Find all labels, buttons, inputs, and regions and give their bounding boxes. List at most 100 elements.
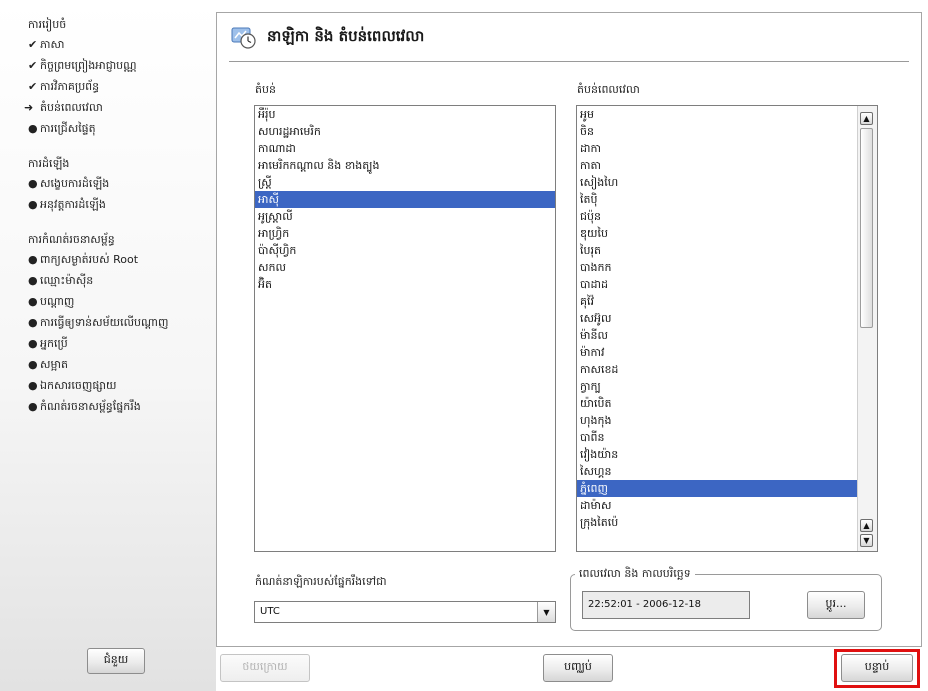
bullet-icon: ●	[28, 295, 38, 308]
bullet-icon: ●	[28, 358, 38, 371]
step-label: អនុវត្តការដំឡើង	[40, 198, 106, 211]
timezone-list[interactable]: អូម ចិន ដាកា កាតា សៀងហៃ តៃប៉ិ ជប៉ុន ឌុយបៃ បៃរុតប…	[576, 105, 878, 552]
step-item: ● អ្នកប្រើ	[28, 333, 168, 354]
arrow-right-icon: ➜	[24, 101, 34, 114]
timezone-list-item[interactable]: តៃប៉ិ	[577, 191, 858, 208]
timezone-list-item[interactable]: យ៉ាបេិត	[577, 395, 858, 412]
step-item: ● អនុវត្តការដំឡើង	[28, 194, 168, 215]
step-item: ● ការជ្រើសផ្ទៃតុ	[28, 118, 168, 139]
region-list-item[interactable]: អាស៊ី	[255, 191, 555, 208]
step-item: ● សម្អាត	[28, 354, 168, 375]
step-sidebar: ការរៀបចំ ✔ ភាសា ✔ កិច្ចព្រមព្រៀងអាជ្ញាបណ្ណ ✔ ក…	[0, 0, 216, 691]
step-label: ភាសា	[40, 38, 65, 51]
step-label: ការធ្វើឲ្យទាន់សម័យលើបណ្ដាញ	[40, 316, 169, 329]
step-item: ● ពាក្យសម្ងាត់របស់ Root	[28, 249, 168, 270]
step-label: បណ្ដាញ	[40, 295, 75, 308]
step-item: ➜ តំបន់ពេលវេលា	[24, 97, 168, 118]
step-label: សង្ខេបការដំឡើង	[40, 177, 110, 190]
step-label: ការវិភាគប្រព័ន្ធ	[40, 80, 100, 93]
main-panel: នាឡិកា និង តំបន់ពេលវេលា តំបន់ តំបន់ពេលវេ…	[216, 12, 922, 647]
timezone-list-item[interactable]: ម៉ានីល	[577, 327, 858, 344]
abort-button[interactable]: បញ្ឈប់	[543, 654, 613, 682]
timezone-list-item[interactable]: ភ្នំពេញ	[577, 480, 858, 497]
hwclock-select[interactable]: UTC ▼	[254, 601, 556, 623]
bullet-icon: ●	[28, 122, 38, 135]
step-group-header: ការកំណត់រចនាសម្ព័ន្ធ	[28, 233, 115, 246]
scrollbar-thumb[interactable]	[860, 128, 873, 328]
timezone-list-item[interactable]: បាដាដ	[577, 276, 858, 293]
hwclock-label: កំណត់នាឡិការបស់ផ្នែករឹងទៅជា	[255, 575, 387, 588]
region-list-item[interactable]: អ៊ិត	[255, 276, 555, 293]
region-list-item[interactable]: សហរដ្ឋអាមេរិក	[255, 123, 555, 140]
scroll-up-arrow-icon[interactable]: ▲	[860, 519, 873, 532]
bullet-icon: ●	[28, 198, 38, 211]
checkmark-icon: ✔	[28, 59, 38, 72]
timezone-list-item[interactable]: សៀងហៃ	[577, 174, 858, 191]
checkmark-icon: ✔	[28, 38, 38, 51]
chevron-down-icon[interactable]: ▼	[537, 602, 555, 622]
step-item: ✔ ភាសា	[28, 34, 168, 55]
region-list-item[interactable]: អាហ្វ្រិក	[255, 225, 555, 242]
step-item: ✔ ការវិភាគប្រព័ន្ធ	[28, 76, 168, 97]
timezone-list-item[interactable]: កាតា	[577, 157, 858, 174]
bullet-icon: ●	[28, 177, 38, 190]
clock-globe-icon	[231, 27, 256, 49]
step-label: សម្អាត	[40, 358, 68, 371]
step-list: ការរៀបចំ ✔ ភាសា ✔ កិច្ចព្រមព្រៀងអាជ្ញាបណ្ណ ✔ ក…	[24, 16, 169, 417]
region-list-item[interactable]: អឺរ៉ុប	[255, 106, 555, 123]
region-list-item[interactable]: អូស្ត្រាលី	[255, 208, 555, 225]
region-list-item[interactable]: ប៉ាស៊ីហ្វិក	[255, 242, 555, 259]
step-label: តំបន់ពេលវេលា	[40, 101, 103, 114]
timezone-list-item[interactable]: សេអ៊ូល	[577, 310, 858, 327]
timezone-list-item[interactable]: សៃហ្គន	[577, 463, 858, 480]
help-button[interactable]: ជំនួយ	[87, 648, 145, 674]
page-title: នាឡិកា និង តំបន់ពេលវេលា	[267, 27, 425, 45]
back-button[interactable]: ថយក្រោយ	[220, 654, 310, 682]
region-list-item[interactable]: កាណាដា	[255, 140, 555, 157]
timezone-list-item[interactable]: ហុងកុង	[577, 412, 858, 429]
bullet-icon: ●	[28, 274, 38, 287]
title-divider	[229, 61, 909, 62]
step-label: ឯកសារចេញផ្សាយ	[40, 379, 117, 392]
region-list-item[interactable]: សកល	[255, 259, 555, 276]
timezone-list-item[interactable]: បាងកក	[577, 259, 858, 276]
bullet-icon: ●	[28, 253, 38, 266]
step-label: ឈ្មោះម៉ាស៊ីន	[40, 274, 94, 287]
timezone-list-item[interactable]: បៃរុត	[577, 242, 858, 259]
timezone-list-item[interactable]: ជប៉ុន	[577, 208, 858, 225]
region-list-item[interactable]: ស្រ្ដី	[255, 174, 555, 191]
hwclock-value: UTC	[260, 606, 280, 617]
bullet-icon: ●	[28, 379, 38, 392]
change-datetime-button[interactable]: ប្ដូរ...	[807, 591, 865, 619]
timezone-list-item[interactable]: បាពីន	[577, 429, 858, 446]
step-item: ✔ កិច្ចព្រមព្រៀងអាជ្ញាបណ្ណ	[28, 55, 168, 76]
timezone-list-item[interactable]: ដាកា	[577, 140, 858, 157]
timezone-list-item[interactable]: កាសខេដ	[577, 361, 858, 378]
scroll-up-arrow-icon[interactable]: ▲	[860, 112, 873, 125]
step-item: ● កំណត់រចនាសម្ព័ន្ធផ្នែករឹង	[28, 396, 168, 417]
step-label: កិច្ចព្រមព្រៀងអាជ្ញាបណ្ណ	[40, 59, 137, 72]
step-item: ● ឈ្មោះម៉ាស៊ីន	[28, 270, 168, 291]
timezone-list-item[interactable]: ចិន	[577, 123, 858, 140]
timezone-label: តំបន់ពេលវេលា	[577, 83, 640, 96]
datetime-field: 22:52:01 - 2006-12-18	[582, 591, 750, 619]
timezone-list-item[interactable]: អូម	[577, 106, 858, 123]
bullet-icon: ●	[28, 400, 38, 413]
next-button-highlight	[834, 649, 920, 688]
region-list[interactable]: អឺរ៉ុប សហរដ្ឋអាមេរិក កាណាដា អាមេរិកកណ្ដាល ន…	[254, 105, 556, 552]
step-item: ● ឯកសារចេញផ្សាយ	[28, 375, 168, 396]
timezone-list-item[interactable]: ក្វាក្ប	[577, 378, 858, 395]
step-group-header: ការរៀបចំ	[28, 18, 67, 31]
region-list-item[interactable]: អាមេរិកកណ្ដាល និង ខាងត្បូង	[255, 157, 555, 174]
step-label: ពាក្យសម្ងាត់របស់ Root	[40, 253, 139, 266]
timezone-list-item[interactable]: ឌុយបៃ	[577, 225, 858, 242]
bullet-icon: ●	[28, 316, 38, 329]
scroll-down-arrow-icon[interactable]: ▼	[860, 534, 873, 547]
timezone-list-item[interactable]: វៀងយ៉ាន	[577, 446, 858, 463]
timezone-list-item[interactable]: ដាម៉ាស	[577, 497, 858, 514]
timezone-list-item[interactable]: គុវ៉ៃ	[577, 293, 858, 310]
timezone-scrollbar[interactable]: ▲ ▲ ▼	[857, 106, 877, 551]
step-label: អ្នកប្រើ	[40, 337, 68, 350]
timezone-list-item[interactable]: ម៉ាកាវ	[577, 344, 858, 361]
timezone-list-item[interactable]: ក្រុងតៃប៉េ	[577, 514, 858, 531]
